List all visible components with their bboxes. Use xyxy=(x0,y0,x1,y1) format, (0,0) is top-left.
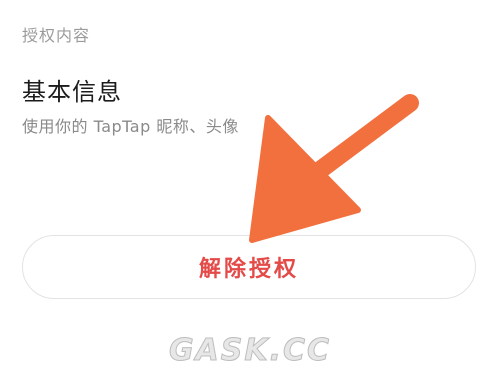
basic-info-description: 使用你的 TapTap 昵称、头像 xyxy=(22,117,239,136)
annotation-arrow-icon xyxy=(249,94,419,243)
watermark: GASK.CC xyxy=(168,333,332,369)
basic-info-title: 基本信息 xyxy=(22,78,122,106)
authorization-page: 授权内容 基本信息 使用你的 TapTap 昵称、头像 解除授权 GASK.CC xyxy=(0,0,500,375)
revoke-authorization-label: 解除授权 xyxy=(198,257,299,282)
arrow-head xyxy=(249,115,361,243)
arrow-shaft xyxy=(291,94,419,194)
section-label: 授权内容 xyxy=(22,26,91,45)
revoke-authorization-button[interactable]: 解除授权 xyxy=(22,235,476,299)
